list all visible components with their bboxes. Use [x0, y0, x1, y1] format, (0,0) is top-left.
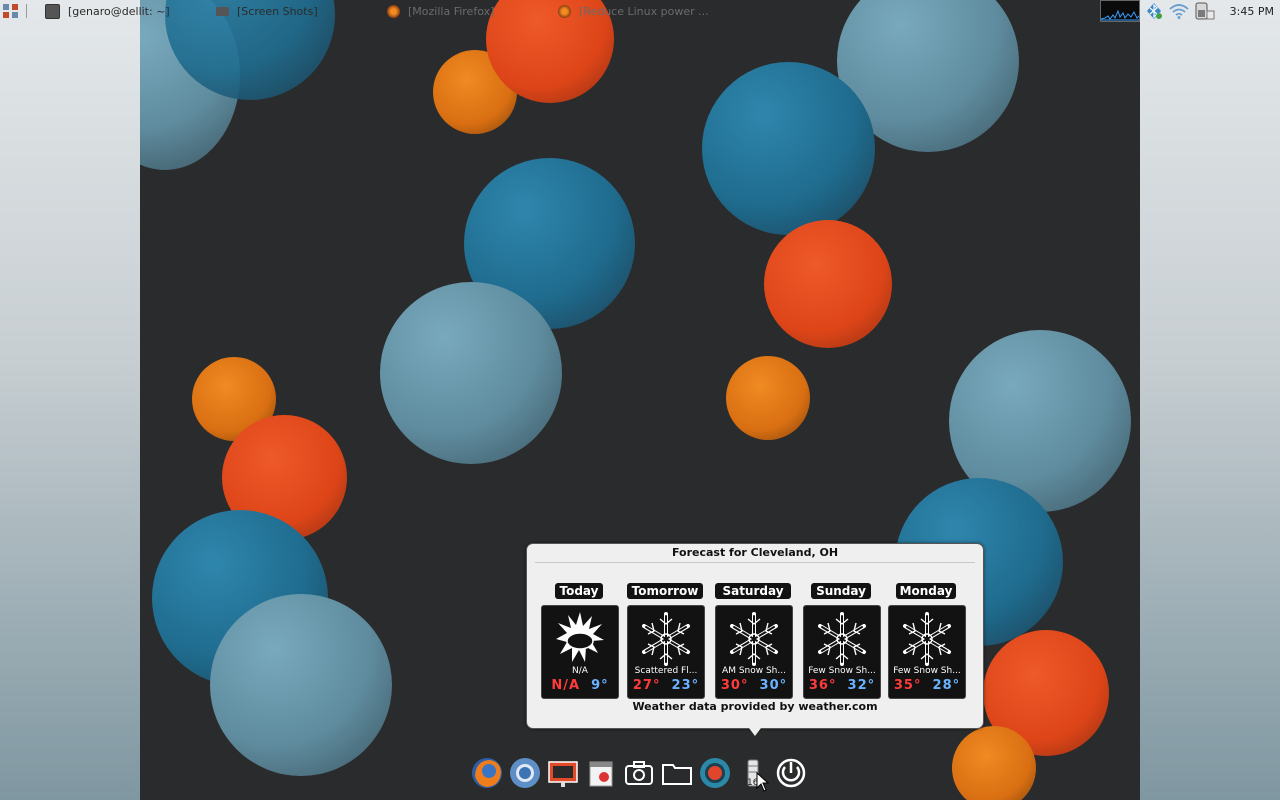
weather-forecast-popup: Forecast for Cleveland, OH Today N/A N/A… [526, 543, 984, 736]
low-temp: 23° [671, 678, 700, 693]
day-name: Today [555, 583, 603, 599]
network-graph-icon[interactable] [1099, 0, 1140, 22]
temperature-range: 35° 28° [889, 678, 965, 693]
day-name: Monday [896, 583, 956, 599]
taskbar-item-firefox[interactable]: [Mozilla Firefox] [379, 0, 550, 22]
high-temp: 35° [893, 678, 922, 693]
divider [535, 562, 975, 563]
bluetooth-icon[interactable] [1144, 2, 1164, 20]
low-temp: 30° [759, 678, 788, 693]
wallpaper-bubble [726, 356, 810, 440]
day-name: Sunday [811, 583, 871, 599]
panel-separator [26, 4, 37, 18]
dock-chromium[interactable] [508, 756, 542, 790]
firefox-icon [558, 4, 571, 18]
forecast-title: Forecast for Cleveland, OH [671, 546, 839, 559]
wallpaper-bubble [764, 220, 892, 348]
desktop-edge-left [0, 0, 140, 800]
taskbar-item-firefox-2[interactable]: [Reduce Linux power ... [550, 0, 726, 22]
forecast-days: Today N/A N/A 9° Tomorrow Scattered Fl..… [541, 581, 971, 701]
chromium-icon [510, 758, 540, 788]
popup-pointer [749, 728, 761, 736]
forecast-card: Few Snow Sh... 36° 32° [803, 605, 881, 699]
condition-text: Scattered Fl... [634, 666, 698, 676]
forecast-card: Scattered Fl... 27° 23° [627, 605, 705, 699]
desktop-edge-right [1140, 0, 1280, 800]
wallpaper-bubble [952, 726, 1036, 800]
low-temp: 28° [932, 678, 961, 693]
low-temp: 32° [847, 678, 876, 693]
top-panel: [genaro@dellit: ~] [Screen Shots] [Mozil… [0, 0, 1280, 22]
taskbar-item-terminal[interactable]: [genaro@dellit: ~] [37, 0, 208, 22]
high-temp: 36° [808, 678, 837, 693]
firefox-icon [387, 4, 400, 18]
day-name: Saturday [715, 583, 791, 599]
camera-icon [625, 761, 653, 785]
panel-clock[interactable]: 3:45 PM [1230, 5, 1274, 18]
target-icon [700, 758, 730, 788]
snowflake-icon [730, 612, 778, 666]
battery-icon[interactable] [1194, 1, 1216, 21]
wallpaper-bubble [380, 282, 562, 464]
dock-folder[interactable] [660, 756, 694, 790]
dock-firefox[interactable] [470, 756, 504, 790]
forecast-card: N/A N/A 9° [541, 605, 619, 699]
taskbar-item-label: [Screen Shots] [237, 4, 318, 18]
snowflake-icon [903, 612, 951, 666]
wallpaper-bubble [702, 62, 875, 235]
condition-text: N/A [572, 666, 588, 676]
temperature-range: 30° 30° [716, 678, 792, 693]
snowflake-icon [642, 612, 690, 666]
high-temp: N/A [551, 678, 581, 693]
terminal-icon [45, 3, 60, 19]
taskbar-item-screenshots[interactable]: [Screen Shots] [208, 0, 379, 22]
dock-power[interactable] [774, 756, 808, 790]
system-tray: 3:45 PM [1099, 0, 1280, 22]
wifi-icon[interactable] [1168, 2, 1190, 20]
media-player-icon [589, 761, 613, 787]
apps-grid-icon [3, 4, 18, 18]
taskbar-item-label: [Mozilla Firefox] [408, 4, 495, 18]
application-menu-button[interactable] [0, 0, 22, 22]
folder-icon [662, 764, 692, 785]
dock-camera[interactable] [622, 756, 656, 790]
forecast-card: AM Snow Sh... 30° 30° [715, 605, 793, 699]
dock-presentation[interactable] [546, 756, 580, 790]
mouse-cursor-icon [756, 772, 770, 792]
wallpaper-bubble [210, 594, 392, 776]
condition-text: Few Snow Sh... [808, 666, 876, 676]
condition-text: Few Snow Sh... [893, 666, 961, 676]
temperature-range: 27° 23° [628, 678, 704, 693]
high-temp: 27° [632, 678, 661, 693]
forecast-attribution: Weather data provided by weather.com [632, 700, 878, 713]
high-temp: 30° [720, 678, 749, 693]
low-temp: 9° [591, 678, 609, 693]
forecast-card: Few Snow Sh... 35° 28° [888, 605, 966, 699]
folder-icon [216, 6, 229, 16]
taskbar-item-label: [genaro@dellit: ~] [68, 4, 170, 18]
condition-text: AM Snow Sh... [722, 666, 786, 676]
power-icon [776, 758, 806, 788]
dock-media-player[interactable] [584, 756, 618, 790]
dock-target-app[interactable] [698, 756, 732, 790]
taskbar-item-label: [Reduce Linux power ... [579, 4, 709, 18]
temperature-range: N/A 9° [542, 678, 618, 693]
day-name: Tomorrow [627, 583, 703, 599]
temperature-range: 36° 32° [804, 678, 880, 693]
na-weather-icon [556, 612, 604, 662]
snowflake-icon [818, 612, 866, 666]
firefox-icon [472, 758, 502, 788]
presentation-icon [548, 761, 578, 787]
